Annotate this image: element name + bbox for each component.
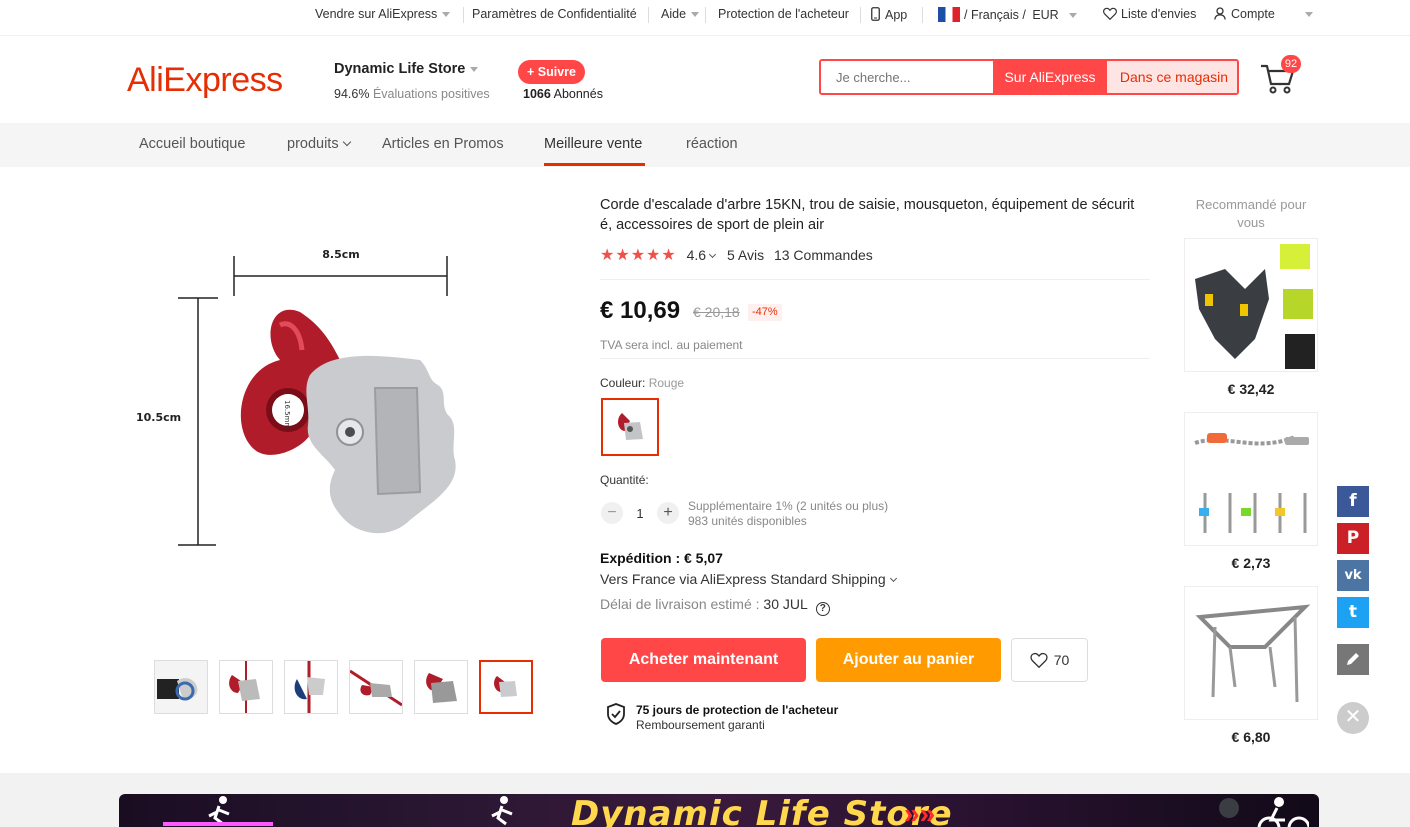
close-icon[interactable]: ✕ <box>1337 702 1369 734</box>
tab-best-sellers[interactable]: Meilleure vente <box>544 136 642 152</box>
store-header: AliExpress Dynamic Life Store 94.6% Éval… <box>0 35 1410 123</box>
search-input[interactable] <box>821 61 993 93</box>
thumbnail[interactable] <box>349 660 403 714</box>
search-store-button[interactable]: Dans ce magasin <box>1107 61 1237 93</box>
divider <box>463 7 464 23</box>
quantity-info: Supplémentaire 1% (2 unités ou plus) 983… <box>688 499 889 528</box>
banner-arrows: »» <box>904 798 936 827</box>
tab-promos[interactable]: Articles en Promos <box>382 136 504 152</box>
sell-link[interactable]: Vendre sur AliExpress <box>315 7 451 21</box>
top-bar: Vendre sur AliExpress Paramètres de Conf… <box>0 0 1410 30</box>
recommended-title: Recommandé pour vous <box>1195 197 1307 230</box>
thumbnail[interactable] <box>284 660 338 714</box>
reviews-link[interactable]: 5 Avis <box>727 247 764 263</box>
divider <box>705 7 706 23</box>
heart-icon <box>1103 7 1117 21</box>
search-aliexpress-button[interactable]: Sur AliExpress <box>993 61 1107 93</box>
color-label: Couleur: Rouge <box>600 376 685 390</box>
quantity-input[interactable]: 1 <box>632 506 648 521</box>
quantity-decrease-button[interactable]: − <box>601 502 623 524</box>
edit-icon[interactable] <box>1337 644 1369 675</box>
help-menu[interactable]: Aide <box>661 7 700 21</box>
shipping-method-selector[interactable]: Vers France via AliExpress Standard Ship… <box>600 571 897 587</box>
shield-check-icon <box>607 703 625 725</box>
tab-feedback[interactable]: réaction <box>686 136 738 152</box>
thumbnail[interactable] <box>414 660 468 714</box>
svg-text:8.5cm: 8.5cm <box>322 248 359 261</box>
store-banner[interactable]: Dynamic Life Store »» <box>119 794 1319 827</box>
wishlist-button[interactable]: 70 <box>1011 638 1088 682</box>
privacy-link[interactable]: Paramètres de Confidentialité <box>472 7 637 21</box>
orders-count: 13 Commandes <box>773 247 873 263</box>
recommended-price: € 32,42 <box>1227 381 1275 397</box>
thumbnail[interactable] <box>219 660 273 714</box>
shipping-cost: Expédition : € 5,07 <box>600 550 723 566</box>
chevron-down-icon[interactable] <box>709 250 717 259</box>
delivery-estimate: Délai de livraison estimé : 30 JUL? <box>600 596 830 616</box>
banner-store-name: Dynamic Life Store <box>571 794 953 827</box>
star-rating-icon: ★★★★★ <box>600 247 677 264</box>
chevron-down-icon <box>889 574 897 583</box>
buyer-protection-title[interactable]: 75 jours de protection de l'acheteur <box>636 703 838 717</box>
running-figure-icon <box>163 796 273 826</box>
recommended-price: € 6,80 <box>1231 729 1271 745</box>
divider <box>860 7 861 23</box>
facebook-share-icon[interactable]: f <box>1337 486 1369 517</box>
twitter-share-icon[interactable]: t <box>1337 597 1369 628</box>
pinterest-share-icon[interactable]: P <box>1337 523 1369 554</box>
tab-products[interactable]: produits <box>287 136 351 152</box>
quantity-label: Quantité: <box>600 473 649 487</box>
help-icon[interactable]: ? <box>815 602 830 616</box>
refund-guarantee: Remboursement garanti <box>636 718 765 732</box>
chevron-down-icon <box>342 137 351 147</box>
active-tab-indicator <box>544 163 645 166</box>
vat-note: TVA sera incl. au paiement <box>600 338 743 352</box>
thumbnail-selected[interactable] <box>479 660 533 714</box>
svg-text:10.5cm: 10.5cm <box>136 411 181 424</box>
user-icon <box>1214 7 1226 20</box>
app-link[interactable]: App <box>871 7 907 22</box>
vk-share-icon[interactable]: vk <box>1337 560 1369 591</box>
recommended-item[interactable] <box>1184 412 1318 546</box>
store-name[interactable]: Dynamic Life Store <box>334 61 479 77</box>
buy-now-button[interactable]: Acheter maintenant <box>601 638 806 682</box>
dimension-height: 10.5cm <box>136 297 218 546</box>
divider <box>600 358 1150 359</box>
original-price: € 20,18 <box>693 304 740 320</box>
svg-text:16.5mm: 16.5mm <box>283 400 291 429</box>
phone-icon <box>871 7 880 21</box>
buyer-protection-link[interactable]: Protection de l'acheteur <box>718 7 849 21</box>
thumbnail[interactable] <box>154 660 208 714</box>
cyclist-icon <box>1219 797 1309 827</box>
cart-count-badge: 92 <box>1281 55 1301 73</box>
add-to-cart-button[interactable]: Ajouter au panier <box>816 638 1001 682</box>
locale-selector[interactable]: / Français / EUR <box>938 7 1077 22</box>
heart-icon <box>1030 652 1048 669</box>
product-title: Corde d'escalade d'arbre 15KN, trou de s… <box>600 197 1135 233</box>
product-main-image[interactable]: 8.5cm 10.5cm 16.5mm <box>130 220 550 600</box>
wishlist-link[interactable]: Liste d'envies <box>1103 7 1196 21</box>
hiker-icon <box>491 796 513 826</box>
divider <box>648 7 649 23</box>
color-option-red[interactable] <box>601 398 659 456</box>
dimension-width: 8.5cm <box>233 248 448 296</box>
france-flag-icon <box>938 7 960 22</box>
aliexpress-logo[interactable]: AliExpress <box>127 61 283 100</box>
followers-count: 1066 Abonnés <box>523 87 603 101</box>
follow-button[interactable]: + Suivre <box>518 60 585 84</box>
divider <box>922 7 923 23</box>
divider <box>600 279 1150 280</box>
discount-badge: -47% <box>748 304 782 321</box>
recommended-item[interactable] <box>1184 238 1318 372</box>
account-menu[interactable]: Compte <box>1214 7 1313 21</box>
product-rating: ★★★★★ 4.6 5 Avis 13 Commandes <box>600 247 873 264</box>
recommended-item[interactable] <box>1184 586 1318 720</box>
quantity-increase-button[interactable]: + <box>657 502 679 524</box>
store-nav: Accueil boutique produits Articles en Pr… <box>0 123 1410 167</box>
tab-store-home[interactable]: Accueil boutique <box>139 136 245 152</box>
current-price: € 10,69 <box>600 297 681 324</box>
search-bar: Sur AliExpress Dans ce magasin <box>819 59 1239 95</box>
recommended-price: € 2,73 <box>1231 555 1271 571</box>
store-rating: 94.6% Évaluations positives <box>334 87 490 101</box>
